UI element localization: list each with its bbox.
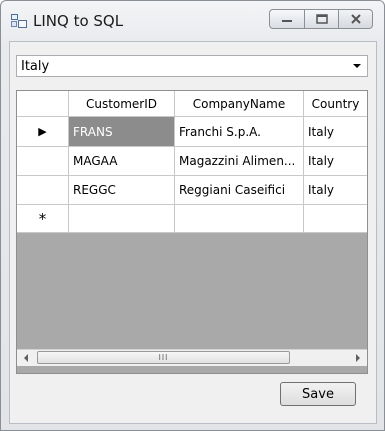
main-window: LINQ to SQL Italy CustomerID CompanyName… bbox=[0, 0, 385, 431]
scroll-thumb-grip: III bbox=[158, 353, 169, 362]
maximize-icon bbox=[315, 14, 328, 24]
table-cell[interactable] bbox=[304, 205, 367, 233]
title-bar[interactable]: LINQ to SQL bbox=[1, 1, 384, 41]
table-row[interactable]: MAGAA Magazzini Alimen... Italy bbox=[17, 147, 367, 176]
window-app-icon bbox=[11, 14, 27, 28]
table-cell[interactable] bbox=[69, 205, 175, 233]
column-header-country[interactable]: Country bbox=[304, 91, 367, 117]
country-combobox[interactable]: Italy bbox=[16, 55, 368, 77]
table-cell[interactable]: Italy bbox=[304, 176, 367, 205]
column-header-customerid[interactable]: CustomerID bbox=[69, 91, 175, 117]
table-row[interactable]: ▶ FRANS Franchi S.p.A. Italy bbox=[17, 117, 367, 147]
minimize-icon bbox=[282, 20, 292, 22]
table-cell[interactable]: FRANS bbox=[69, 117, 175, 147]
combobox-selected-value: Italy bbox=[21, 59, 50, 74]
scroll-left-button[interactable] bbox=[17, 350, 34, 366]
caption-buttons bbox=[269, 9, 373, 31]
maximize-button[interactable] bbox=[305, 9, 339, 29]
dropdown-arrow-icon[interactable] bbox=[353, 64, 361, 68]
table-cell[interactable] bbox=[175, 205, 304, 233]
scroll-thumb[interactable]: III bbox=[37, 351, 290, 364]
grid-header-row: CustomerID CompanyName Country bbox=[17, 91, 367, 117]
close-button[interactable] bbox=[339, 9, 373, 29]
new-row[interactable]: * bbox=[17, 205, 367, 233]
close-icon bbox=[350, 14, 361, 24]
window-title: LINQ to SQL bbox=[33, 12, 124, 30]
save-button[interactable]: Save bbox=[280, 382, 356, 406]
row-header[interactable] bbox=[17, 176, 69, 205]
table-cell[interactable]: Reggiani Caseifici bbox=[175, 176, 304, 205]
table-row[interactable]: REGGC Reggiani Caseifici Italy bbox=[17, 176, 367, 205]
customers-datagrid[interactable]: CustomerID CompanyName Country ▶ FRANS F… bbox=[16, 90, 368, 374]
table-cell[interactable]: Franchi S.p.A. bbox=[175, 117, 304, 147]
row-header[interactable] bbox=[17, 147, 69, 176]
column-header-companyname[interactable]: CompanyName bbox=[175, 91, 304, 117]
horizontal-scrollbar[interactable]: III bbox=[17, 349, 367, 366]
table-cell[interactable]: Magazzini Alimen... bbox=[175, 147, 304, 176]
row-indicator-icon[interactable]: ▶ bbox=[17, 117, 69, 147]
table-cell[interactable]: Italy bbox=[304, 117, 367, 147]
table-cell[interactable]: Italy bbox=[304, 147, 367, 176]
new-row-asterisk-icon[interactable]: * bbox=[17, 205, 69, 233]
table-cell[interactable]: MAGAA bbox=[69, 147, 175, 176]
minimize-button[interactable] bbox=[269, 9, 305, 29]
scroll-left-arrow-icon bbox=[23, 354, 28, 362]
scroll-right-button[interactable] bbox=[349, 350, 366, 366]
grid-corner-header[interactable] bbox=[17, 91, 69, 117]
table-cell[interactable]: REGGC bbox=[69, 176, 175, 205]
scroll-right-arrow-icon bbox=[355, 354, 360, 362]
